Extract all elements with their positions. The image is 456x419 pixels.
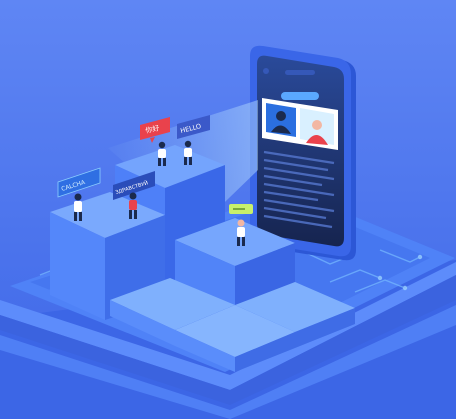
bubble-green bbox=[229, 204, 253, 214]
smartphone bbox=[250, 45, 356, 261]
isometric-scene: 你好 HELLO CALCHA ЗДРАВСТВУЙ bbox=[0, 0, 456, 419]
illustration: 你好 HELLO CALCHA ЗДРАВСТВУЙ bbox=[0, 0, 456, 419]
